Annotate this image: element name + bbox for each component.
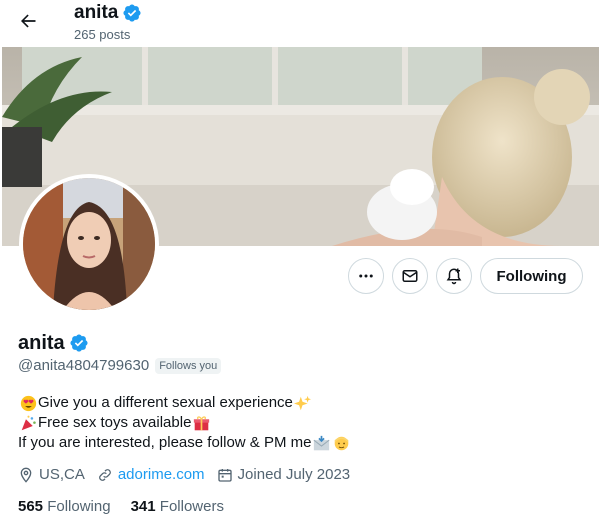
follow-stats: 565 Following 341 Followers — [18, 498, 224, 515]
profile-handle: @anita4804799630 — [18, 357, 150, 374]
joined-text: Joined July 2023 — [237, 466, 351, 483]
website-link[interactable]: adorime.com — [118, 466, 205, 483]
followers-label: Followers — [159, 498, 224, 515]
link-icon — [98, 468, 111, 481]
header-title: anita — [74, 1, 142, 25]
envelope-arrow-emoji-icon — [312, 434, 330, 452]
person-emoji-icon — [332, 434, 350, 452]
more-icon — [359, 274, 373, 278]
avatar-image — [23, 178, 155, 310]
top-bar: anita 265 posts — [0, 0, 599, 46]
gift-emoji-icon — [192, 414, 210, 432]
profile-meta: US,CA adorime.com Joined July 2023 — [18, 466, 362, 483]
location-item: US,CA — [18, 466, 85, 483]
bio-line-2: Free sex toys available — [38, 414, 192, 431]
more-button[interactable] — [348, 258, 384, 294]
bio-line-1: Give you a different sexual experience — [38, 394, 293, 411]
avatar[interactable] — [19, 174, 159, 314]
bio-line: If you are interested, please follow & P… — [18, 433, 351, 453]
followers-count: 341 — [130, 498, 156, 515]
website-item: adorime.com — [97, 466, 205, 483]
sparkles-emoji-icon — [294, 394, 312, 412]
bio-line: Free sex toys available — [18, 413, 351, 433]
verified-badge-icon — [123, 4, 141, 22]
bio-line: Give you a different sexual experience — [18, 393, 351, 413]
party-popper-emoji-icon — [19, 414, 37, 432]
profile-name: anita — [18, 332, 65, 354]
handle-row: @anita4804799630 Follows you — [18, 357, 222, 374]
profile-name-row: anita — [18, 331, 89, 355]
message-button[interactable] — [392, 258, 428, 294]
verified-badge-icon — [70, 334, 88, 352]
joined-item: Joined July 2023 — [217, 466, 351, 483]
notify-button[interactable] — [436, 258, 472, 294]
bell-plus-icon — [446, 268, 462, 285]
profile-bio: Give you a different sexual experience F… — [18, 393, 351, 453]
following-button[interactable]: Following — [480, 258, 583, 294]
post-count: 265 posts — [74, 27, 131, 42]
following-count: 565 — [18, 498, 44, 515]
arrow-left-icon — [21, 14, 36, 28]
calendar-icon — [217, 468, 232, 482]
location-pin-icon — [20, 467, 32, 483]
followers-stat-link[interactable]: 341 Followers — [131, 498, 224, 515]
bio-line-3: If you are interested, please follow & P… — [18, 434, 312, 451]
following-label: Following — [47, 498, 111, 515]
following-stat-link[interactable]: 565 Following — [18, 498, 111, 515]
location-text: US,CA — [39, 466, 85, 483]
back-button[interactable] — [13, 6, 43, 36]
heart-eyes-emoji-icon — [19, 394, 37, 412]
follows-you-badge: Follows you — [155, 357, 222, 374]
header-name: anita — [74, 2, 119, 23]
message-icon — [402, 270, 418, 282]
